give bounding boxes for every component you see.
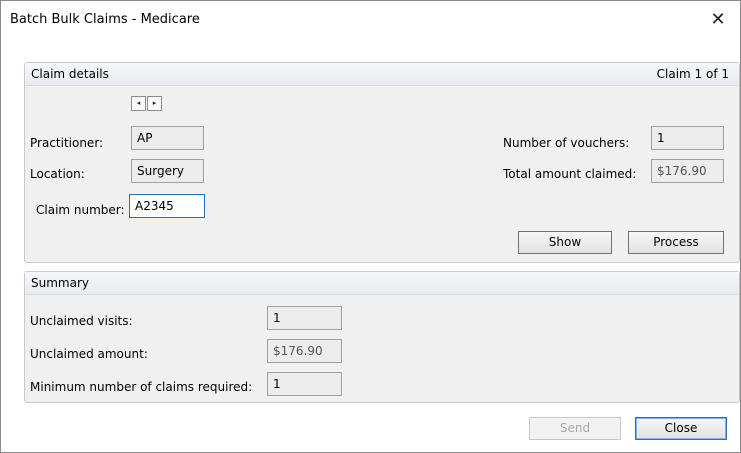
summary-panel: Summary Unclaimed visits: 1 Unclaimed am… (24, 271, 740, 403)
vouchers-field: 1 (651, 126, 724, 150)
arrow-right-icon: ▸ (152, 99, 157, 107)
summary-header: Summary (25, 272, 739, 295)
process-button-label: Process (653, 235, 699, 249)
send-button[interactable]: Send (529, 417, 621, 440)
location-field: Surgery (131, 159, 204, 183)
claim-details-title: Claim details (31, 67, 109, 81)
min-claims-label: Minimum number of claims required: (30, 380, 253, 394)
unclaimed-visits-field: 1 (267, 306, 342, 330)
batch-bulk-claims-dialog: Batch Bulk Claims - Medicare ✕ Claim det… (0, 0, 741, 453)
claim-counter: Claim 1 of 1 (656, 67, 729, 81)
previous-claim-button[interactable]: ◂ (131, 96, 146, 111)
claim-details-panel: Claim details Claim 1 of 1 ◂ ▸ Practitio… (24, 62, 740, 263)
show-button[interactable]: Show (518, 231, 612, 254)
vouchers-label: Number of vouchers: (503, 136, 630, 150)
process-button[interactable]: Process (628, 231, 724, 254)
title-bar: Batch Bulk Claims - Medicare ✕ (1, 1, 740, 39)
claim-number-input[interactable]: A2345 (129, 194, 205, 218)
show-button-label: Show (548, 235, 582, 249)
min-claims-field: 1 (267, 372, 342, 396)
close-icon[interactable]: ✕ (704, 7, 732, 33)
unclaimed-visits-label: Unclaimed visits: (30, 314, 133, 328)
claim-details-header: Claim details Claim 1 of 1 (25, 63, 739, 86)
location-label: Location: (30, 167, 85, 181)
claim-number-label: Claim number: (36, 203, 125, 217)
unclaimed-amount-label: Unclaimed amount: (30, 347, 148, 361)
practitioner-label: Practitioner: (30, 136, 104, 150)
summary-title: Summary (31, 276, 89, 290)
window-title: Batch Bulk Claims - Medicare (10, 12, 200, 27)
send-button-label: Send (559, 421, 591, 435)
arrow-left-icon: ◂ (136, 99, 141, 107)
total-amount-field: $176.90 (651, 159, 724, 183)
close-button-label: Close (664, 421, 698, 435)
next-claim-button[interactable]: ▸ (147, 96, 162, 111)
total-amount-label: Total amount claimed: (503, 167, 637, 181)
practitioner-field: AP (131, 126, 204, 150)
close-button[interactable]: Close (635, 417, 727, 440)
unclaimed-amount-field: $176.90 (267, 339, 342, 363)
